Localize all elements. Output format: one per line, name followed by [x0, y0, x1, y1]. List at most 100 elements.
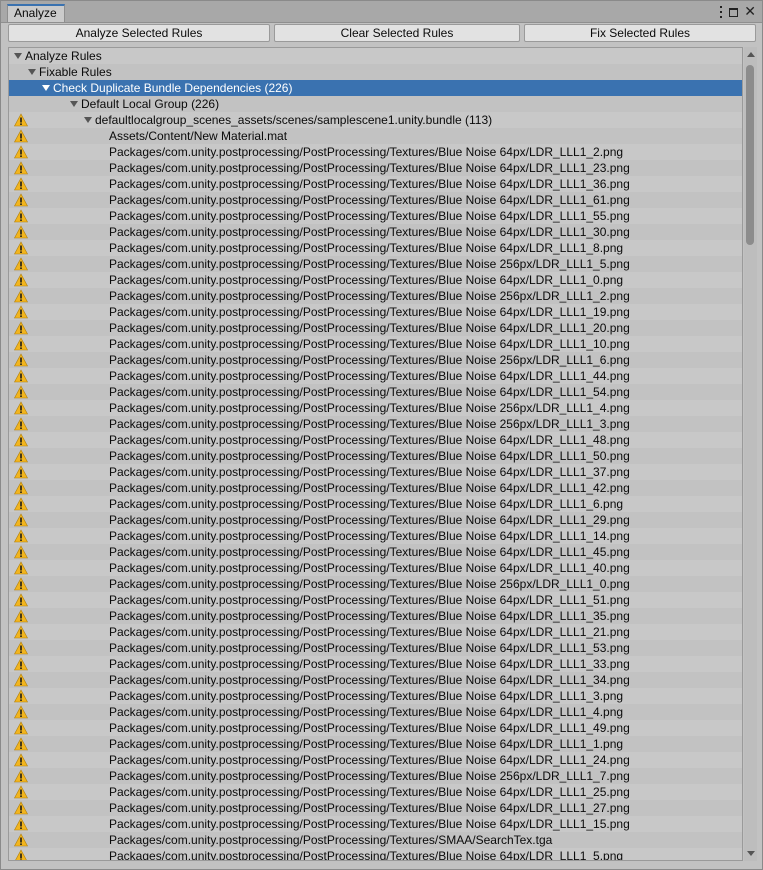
tree-item-label: defaultlocalgroup_scenes_assets/scenes/s…: [95, 113, 493, 127]
tab-analyze[interactable]: Analyze: [7, 4, 65, 22]
expand-arrow-icon[interactable]: [84, 117, 92, 123]
asset-path-label: Packages/com.unity.postprocessing/PostPr…: [109, 193, 630, 207]
tree-item-asset[interactable]: Packages/com.unity.postprocessing/PostPr…: [9, 496, 742, 512]
tree-item-asset[interactable]: Packages/com.unity.postprocessing/PostPr…: [9, 640, 742, 656]
tree-item-asset[interactable]: Packages/com.unity.postprocessing/PostPr…: [9, 560, 742, 576]
asset-path-label: Packages/com.unity.postprocessing/PostPr…: [109, 273, 624, 287]
asset-path-label: Packages/com.unity.postprocessing/PostPr…: [109, 465, 630, 479]
expand-arrow-icon[interactable]: [28, 69, 36, 75]
warning-icon: [14, 353, 28, 367]
tree-item-asset[interactable]: Packages/com.unity.postprocessing/PostPr…: [9, 848, 742, 860]
tree-item-asset[interactable]: Packages/com.unity.postprocessing/PostPr…: [9, 208, 742, 224]
expand-arrow-icon[interactable]: [14, 53, 22, 59]
tree-item-asset[interactable]: Packages/com.unity.postprocessing/PostPr…: [9, 272, 742, 288]
tree-item-asset[interactable]: Packages/com.unity.postprocessing/PostPr…: [9, 800, 742, 816]
tree-item-asset[interactable]: Packages/com.unity.postprocessing/PostPr…: [9, 320, 742, 336]
tree-item-asset[interactable]: Packages/com.unity.postprocessing/PostPr…: [9, 784, 742, 800]
warning-icon: [14, 625, 28, 639]
tree-item-asset[interactable]: Packages/com.unity.postprocessing/PostPr…: [9, 368, 742, 384]
tree-item-asset[interactable]: Packages/com.unity.postprocessing/PostPr…: [9, 688, 742, 704]
tree-item-asset[interactable]: Packages/com.unity.postprocessing/PostPr…: [9, 768, 742, 784]
asset-path-label: Packages/com.unity.postprocessing/PostPr…: [109, 401, 630, 415]
warning-icon: [14, 225, 28, 239]
analyze-window: Analyze ✕ Analyze Selected Rules Clear S…: [0, 0, 763, 870]
vertical-scrollbar[interactable]: [744, 47, 757, 861]
tree-item-asset[interactable]: Packages/com.unity.postprocessing/PostPr…: [9, 144, 742, 160]
maximize-icon[interactable]: [729, 7, 739, 17]
warning-icon: [14, 385, 28, 399]
tree-item-asset[interactable]: Packages/com.unity.postprocessing/PostPr…: [9, 400, 742, 416]
asset-path-label: Packages/com.unity.postprocessing/PostPr…: [109, 577, 630, 591]
tree-item-asset[interactable]: Packages/com.unity.postprocessing/PostPr…: [9, 624, 742, 640]
warning-icon: [14, 337, 28, 351]
analyze-selected-rules-button[interactable]: Analyze Selected Rules: [8, 24, 270, 42]
tree-item-asset[interactable]: Packages/com.unity.postprocessing/PostPr…: [9, 304, 742, 320]
scroll-down-arrow-icon[interactable]: [747, 851, 755, 856]
warning-icon: [14, 705, 28, 719]
asset-path-label: Packages/com.unity.postprocessing/PostPr…: [109, 161, 630, 175]
tree-item-asset[interactable]: Packages/com.unity.postprocessing/PostPr…: [9, 288, 742, 304]
tree-item-asset[interactable]: Packages/com.unity.postprocessing/PostPr…: [9, 176, 742, 192]
tree-item-asset[interactable]: Packages/com.unity.postprocessing/PostPr…: [9, 384, 742, 400]
tree-item-asset[interactable]: Packages/com.unity.postprocessing/PostPr…: [9, 512, 742, 528]
asset-path-label: Packages/com.unity.postprocessing/PostPr…: [109, 561, 630, 575]
warning-icon: [14, 721, 28, 735]
warning-icon: [14, 129, 28, 143]
tree-item-asset[interactable]: Packages/com.unity.postprocessing/PostPr…: [9, 592, 742, 608]
scroll-up-arrow-icon[interactable]: [747, 52, 755, 57]
analyze-rules-tree[interactable]: Analyze Rules Fixable Rules Check Duplic…: [8, 47, 743, 861]
expand-arrow-icon[interactable]: [70, 101, 78, 107]
tree-item-asset[interactable]: Packages/com.unity.postprocessing/PostPr…: [9, 224, 742, 240]
close-icon[interactable]: ✕: [744, 5, 756, 19]
warning-icon: [14, 305, 28, 319]
tree-item-asset[interactable]: Packages/com.unity.postprocessing/PostPr…: [9, 576, 742, 592]
asset-path-label: Packages/com.unity.postprocessing/PostPr…: [109, 209, 630, 223]
warning-icon: [14, 817, 28, 831]
asset-path-label: Packages/com.unity.postprocessing/PostPr…: [109, 801, 630, 815]
tree-item-asset[interactable]: Packages/com.unity.postprocessing/PostPr…: [9, 448, 742, 464]
tree-item-bundle[interactable]: defaultlocalgroup_scenes_assets/scenes/s…: [9, 112, 742, 128]
tree-item-asset[interactable]: Packages/com.unity.postprocessing/PostPr…: [9, 464, 742, 480]
asset-path-label: Packages/com.unity.postprocessing/PostPr…: [109, 545, 630, 559]
tree-item-asset[interactable]: Packages/com.unity.postprocessing/PostPr…: [9, 432, 742, 448]
tree-item-asset[interactable]: Packages/com.unity.postprocessing/PostPr…: [9, 544, 742, 560]
asset-path-label: Packages/com.unity.postprocessing/PostPr…: [109, 721, 630, 735]
clear-selected-rules-button[interactable]: Clear Selected Rules: [274, 24, 520, 42]
tree-item-asset[interactable]: Packages/com.unity.postprocessing/PostPr…: [9, 832, 742, 848]
asset-path-label: Packages/com.unity.postprocessing/PostPr…: [109, 833, 553, 847]
tree-item-asset[interactable]: Packages/com.unity.postprocessing/PostPr…: [9, 240, 742, 256]
tree-item-asset[interactable]: Packages/com.unity.postprocessing/PostPr…: [9, 416, 742, 432]
tree-item-asset[interactable]: Packages/com.unity.postprocessing/PostPr…: [9, 656, 742, 672]
warning-icon: [14, 801, 28, 815]
warning-icon: [14, 513, 28, 527]
more-options-icon[interactable]: [719, 6, 723, 18]
tree-item-asset[interactable]: Packages/com.unity.postprocessing/PostPr…: [9, 752, 742, 768]
expand-arrow-icon[interactable]: [42, 85, 50, 91]
fix-selected-rules-button[interactable]: Fix Selected Rules: [524, 24, 756, 42]
tree-item-asset[interactable]: Packages/com.unity.postprocessing/PostPr…: [9, 672, 742, 688]
tree-item-check-duplicate-bundle-dependencies[interactable]: Check Duplicate Bundle Dependencies (226…: [9, 80, 742, 96]
title-bar: Analyze ✕: [1, 1, 762, 23]
warning-icon: [14, 481, 28, 495]
tree-item-asset[interactable]: Packages/com.unity.postprocessing/PostPr…: [9, 608, 742, 624]
tree-item-asset[interactable]: Packages/com.unity.postprocessing/PostPr…: [9, 480, 742, 496]
tree-item-default-local-group[interactable]: Default Local Group (226): [9, 96, 742, 112]
tree-item-asset[interactable]: Packages/com.unity.postprocessing/PostPr…: [9, 192, 742, 208]
tree-item-asset[interactable]: Packages/com.unity.postprocessing/PostPr…: [9, 336, 742, 352]
asset-path-label: Packages/com.unity.postprocessing/PostPr…: [109, 369, 630, 383]
tree-item-asset[interactable]: Packages/com.unity.postprocessing/PostPr…: [9, 352, 742, 368]
tree-item-asset[interactable]: Packages/com.unity.postprocessing/PostPr…: [9, 704, 742, 720]
tree-item-analyze-rules[interactable]: Analyze Rules: [9, 48, 742, 64]
tree-item-asset[interactable]: Assets/Content/New Material.mat: [9, 128, 742, 144]
scrollbar-thumb[interactable]: [746, 65, 754, 245]
window-controls: ✕: [719, 4, 756, 20]
asset-path-label: Packages/com.unity.postprocessing/PostPr…: [109, 177, 630, 191]
tree-item-asset[interactable]: Packages/com.unity.postprocessing/PostPr…: [9, 160, 742, 176]
tree-item-asset[interactable]: Packages/com.unity.postprocessing/PostPr…: [9, 816, 742, 832]
tree-item-asset[interactable]: Packages/com.unity.postprocessing/PostPr…: [9, 256, 742, 272]
tree-item-fixable-rules[interactable]: Fixable Rules: [9, 64, 742, 80]
tree-item-asset[interactable]: Packages/com.unity.postprocessing/PostPr…: [9, 720, 742, 736]
tree-item-asset[interactable]: Packages/com.unity.postprocessing/PostPr…: [9, 528, 742, 544]
tree-item-asset[interactable]: Packages/com.unity.postprocessing/PostPr…: [9, 736, 742, 752]
warning-icon: [14, 593, 28, 607]
